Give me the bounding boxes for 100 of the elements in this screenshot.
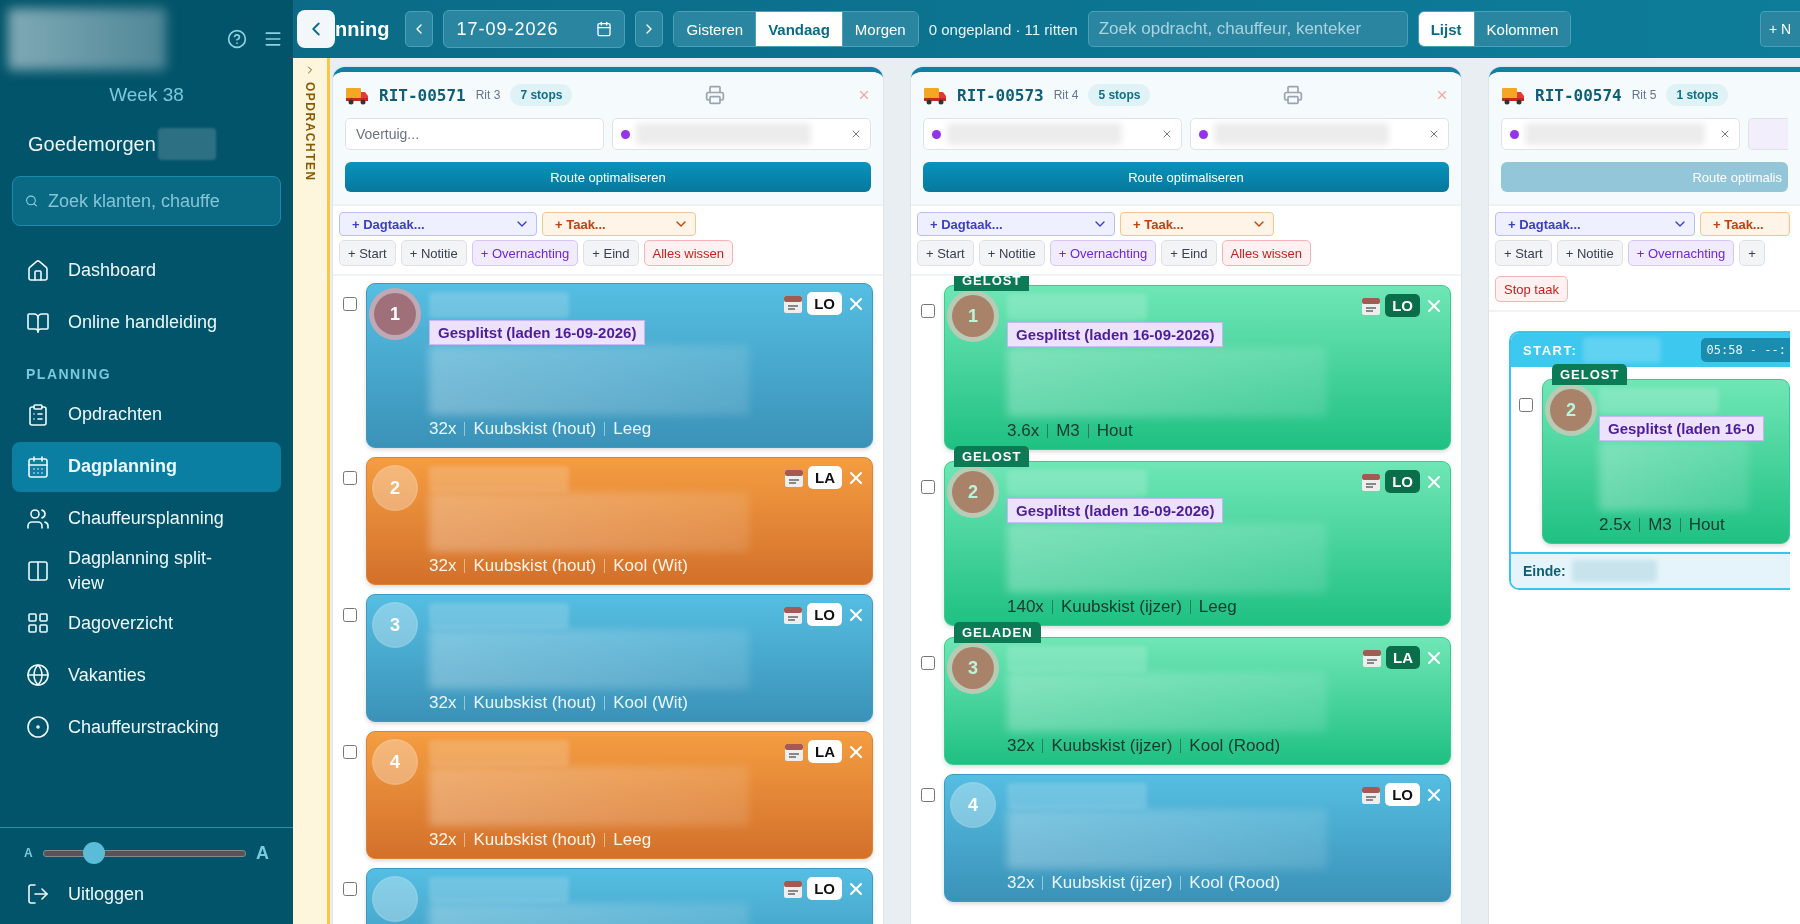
stop-task-button[interactable]: Stop taak bbox=[1495, 276, 1568, 302]
orders-side-tab[interactable]: OPDRACHTEN bbox=[293, 58, 330, 924]
day-tab[interactable]: Morgen bbox=[841, 12, 918, 46]
calendar-icon[interactable] bbox=[1361, 295, 1382, 316]
day-tab[interactable]: Gisteren bbox=[674, 12, 756, 46]
select-field[interactable] bbox=[1501, 118, 1740, 150]
add-item-button[interactable]: + Overnachting bbox=[471, 240, 579, 266]
status-dot bbox=[932, 129, 941, 139]
day-tab[interactable]: Vandaag bbox=[755, 12, 842, 46]
stop-checkbox[interactable] bbox=[343, 882, 357, 896]
add-item-button[interactable]: + Start bbox=[339, 240, 396, 266]
stop-checkbox[interactable] bbox=[921, 788, 935, 802]
stop-card[interactable]: 1 LO Gesplitst (laden 16-09-2026) 3.6x M3 Hout bbox=[944, 285, 1451, 450]
view-tab[interactable]: Lijst bbox=[1418, 12, 1474, 46]
day-task-select[interactable]: + Dagtaak... bbox=[1495, 212, 1695, 236]
task-select[interactable]: + Taak... bbox=[1120, 212, 1274, 236]
nav-item[interactable]: Opdrachten bbox=[12, 390, 281, 440]
load-detail: Hout bbox=[1688, 515, 1725, 535]
calendar-icon[interactable] bbox=[783, 878, 804, 899]
back-button[interactable] bbox=[297, 10, 335, 48]
clear-icon[interactable] bbox=[1719, 128, 1731, 140]
add-item-button[interactable]: + Notitie bbox=[400, 240, 467, 266]
add-item-button[interactable]: + Eind bbox=[1161, 240, 1217, 266]
clipboard-icon bbox=[26, 403, 50, 427]
logout-link[interactable]: Uitloggen bbox=[24, 882, 269, 906]
search-field[interactable]: Zoek klanten, chauffe bbox=[12, 176, 281, 226]
font-size-slider[interactable] bbox=[42, 842, 246, 864]
stop-checkbox[interactable] bbox=[921, 304, 935, 318]
stop-card[interactable]: LO bbox=[366, 868, 873, 924]
stop-card[interactable]: 3 LO 32x Kuubskist (hout) Kool (Wit) bbox=[366, 594, 873, 722]
calendar-icon[interactable] bbox=[784, 467, 804, 488]
add-item-button[interactable]: + Overnachting bbox=[1627, 240, 1735, 266]
slider-thumb[interactable] bbox=[82, 842, 105, 864]
stop-card[interactable]: 2 LA 32x Kuubskist (hout) Kool (Wit) bbox=[366, 457, 873, 585]
previous-day-button[interactable] bbox=[405, 11, 434, 47]
stop-checkbox[interactable] bbox=[343, 297, 357, 311]
stop-card[interactable]: 3 LA 32x Kuubskist (ijzer) Kool (Rood) bbox=[944, 637, 1451, 765]
calendar-icon[interactable] bbox=[783, 604, 804, 625]
nav-item[interactable]: Dagplanning split-view bbox=[12, 546, 281, 597]
nav-item[interactable]: Vakanties bbox=[12, 650, 281, 701]
add-item-button[interactable]: + bbox=[1739, 240, 1765, 266]
add-item-button[interactable]: + Overnachting bbox=[1049, 240, 1157, 266]
nav-item[interactable]: Chauffeursplanning bbox=[12, 494, 281, 544]
printer-icon[interactable] bbox=[1282, 85, 1303, 105]
select-field[interactable] bbox=[612, 118, 871, 150]
clear-icon[interactable] bbox=[1428, 128, 1440, 140]
calendar-icon[interactable] bbox=[1361, 471, 1382, 492]
clear-icon[interactable] bbox=[1161, 128, 1173, 140]
new-button[interactable]: + N bbox=[1760, 11, 1800, 47]
stop-type-tag: LO bbox=[1385, 470, 1420, 493]
add-item-button[interactable]: Alles wissen bbox=[1221, 240, 1312, 266]
stop-checkbox[interactable] bbox=[1519, 398, 1533, 412]
task-select[interactable]: + Taak... bbox=[542, 212, 696, 236]
nav-item[interactable]: Dashboard bbox=[12, 246, 281, 296]
calendar-icon[interactable] bbox=[1361, 784, 1382, 805]
load-detail: M3 bbox=[1648, 515, 1672, 535]
nav-item[interactable]: Chauffeurstracking bbox=[12, 702, 281, 753]
nav-item[interactable]: Online handleiding bbox=[12, 298, 281, 348]
stop-card[interactable]: 1 LO Gesplitst (laden 16-09-2026) 32x Kuubskist (hout) Leeg bbox=[366, 283, 873, 448]
add-item-button[interactable]: + Notitie bbox=[1556, 240, 1623, 266]
calendar-icon[interactable] bbox=[784, 741, 804, 762]
optimize-route-button[interactable]: Route optimaliseren bbox=[923, 162, 1449, 192]
nav-item[interactable]: Dagplanning bbox=[12, 442, 281, 492]
add-item-button[interactable]: + Notitie bbox=[978, 240, 1045, 266]
help-icon[interactable] bbox=[227, 29, 247, 49]
search-field[interactable]: Zoek opdracht, chauffeur, kenteker bbox=[1087, 11, 1408, 47]
vehicle-field[interactable]: Voertuig... bbox=[345, 118, 604, 150]
stop-checkbox[interactable] bbox=[343, 608, 357, 622]
stop-card[interactable]: 4 LO 32x Kuubskist (ijzer) Kool (Rood) bbox=[944, 774, 1451, 902]
add-item-button[interactable]: + Start bbox=[917, 240, 974, 266]
add-item-button[interactable]: Alles wissen bbox=[643, 240, 734, 266]
nav-item[interactable]: Dagoverzicht bbox=[12, 598, 281, 649]
optimize-route-button[interactable]: Route optimaliseren bbox=[345, 162, 871, 192]
printer-icon[interactable] bbox=[704, 85, 725, 105]
select-field[interactable] bbox=[923, 118, 1182, 150]
date-field[interactable]: 17-09-2026 bbox=[443, 10, 626, 48]
stop-card[interactable]: 2 LO Gesplitst (laden 16-09-2026) 140x Kuubskist (ijzer) Leeg bbox=[944, 461, 1451, 626]
next-day-button[interactable] bbox=[635, 11, 664, 47]
select-field[interactable] bbox=[1190, 118, 1449, 150]
stop-checkbox[interactable] bbox=[921, 480, 935, 494]
stop-card[interactable]: 2 Gesplitst (laden 16-0 2.5x M3 Hout bbox=[1542, 379, 1790, 544]
stop-checkbox[interactable] bbox=[921, 656, 935, 670]
search-input[interactable]: Zoek klanten, chauffe bbox=[48, 190, 268, 212]
view-tab[interactable]: Kolommen bbox=[1473, 12, 1571, 46]
clear-icon[interactable] bbox=[850, 128, 862, 140]
task-select[interactable]: + Taak... bbox=[1700, 212, 1790, 236]
day-task-select[interactable]: + Dagtaak... bbox=[917, 212, 1115, 236]
menu-icon[interactable] bbox=[263, 29, 283, 49]
calendar-icon[interactable] bbox=[783, 293, 804, 314]
small-font-label: A bbox=[24, 846, 33, 860]
stop-card[interactable]: 4 LA 32x Kuubskist (hout) Leeg bbox=[366, 731, 873, 859]
stop-checkbox[interactable] bbox=[343, 471, 357, 485]
status-badge: GELOST bbox=[1552, 364, 1628, 385]
day-task-select[interactable]: + Dagtaak... bbox=[339, 212, 537, 236]
add-item-button[interactable]: + Start bbox=[1495, 240, 1552, 266]
stop-checkbox[interactable] bbox=[343, 745, 357, 759]
vehicle-input[interactable]: Voertuig... bbox=[354, 125, 595, 143]
calendar-icon[interactable] bbox=[1362, 647, 1382, 668]
add-item-button[interactable]: + Eind bbox=[583, 240, 639, 266]
load-detail: 2.5x bbox=[1599, 515, 1632, 535]
